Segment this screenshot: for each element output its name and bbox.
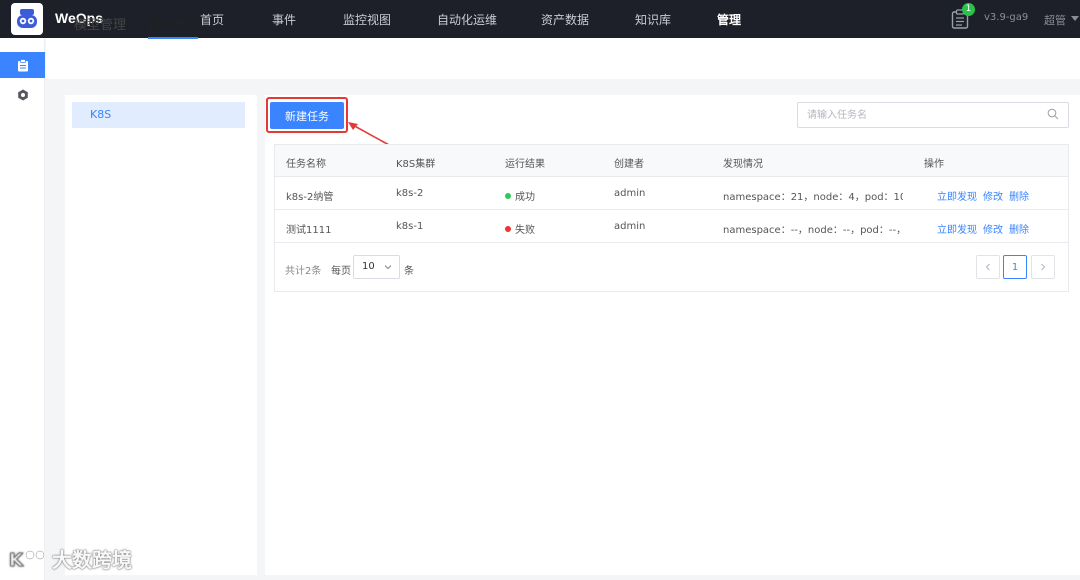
nav-management[interactable]: 管理 (717, 11, 741, 28)
task-search-input[interactable] (797, 102, 1069, 128)
version-label: v3.9-ga9 (984, 12, 1029, 23)
page-size-value: 10 (362, 261, 375, 272)
cluster-name: k8s-2 (396, 188, 424, 199)
chevron-left-icon (985, 263, 990, 271)
nav-automation-ops[interactable]: 自动化运维 (437, 11, 497, 28)
robot-logo-icon (17, 9, 37, 28)
column-header-actions: 操作 (924, 159, 944, 170)
nav-events[interactable]: 事件 (272, 11, 296, 28)
table-row: 测试1111 k8s-1 失败 admin namespace：--，node：… (275, 210, 1068, 243)
nav-knowledge-base[interactable]: 知识库 (635, 11, 671, 28)
run-result-text: 成功 (515, 192, 535, 203)
task-name: 测试1111 (286, 225, 332, 236)
edit-link[interactable]: 修改 (983, 225, 1003, 236)
run-result: 失败 (505, 221, 535, 236)
run-result-text: 失败 (515, 225, 535, 236)
weops-logo[interactable] (11, 3, 43, 35)
row-actions: 立即发现 修改 删除 (937, 221, 1035, 236)
per-page-label: 每页 (331, 266, 351, 277)
sidebar-item-clipboard[interactable] (0, 52, 45, 78)
nav-home[interactable]: 首页 (200, 11, 224, 28)
caret-down-icon[interactable] (1071, 16, 1079, 21)
search-icon[interactable] (1047, 108, 1059, 120)
page-size-select[interactable]: 10 (353, 255, 400, 279)
category-tree-panel: K8S (65, 95, 257, 575)
column-header-task-name: 任务名称 (286, 159, 326, 170)
creator: admin (614, 221, 646, 232)
notification-badge: 1 (962, 3, 975, 16)
sidebar-item-settings[interactable] (0, 82, 45, 108)
gear-hex-icon (17, 89, 28, 101)
column-header-discovery: 发现情况 (723, 159, 763, 170)
page-button[interactable]: 1 (1003, 255, 1027, 279)
discovery-summary: namespace：21，node：4，pod：10... (723, 192, 903, 203)
nav-asset-data[interactable]: 资产数据 (541, 11, 589, 28)
user-menu[interactable]: 超管 (1044, 12, 1066, 28)
discover-now-link[interactable]: 立即发现 (937, 192, 977, 203)
chevron-right-icon (1041, 263, 1046, 271)
chevron-down-icon (384, 265, 392, 270)
watermark-text: 大数跨境 (52, 548, 132, 572)
tab-auto-discovery[interactable]: 自动发现 (148, 14, 200, 33)
discovery-summary: namespace：--，node：--，pod：--，... (723, 225, 903, 236)
svg-text:K: K (9, 550, 24, 571)
icon-sidebar (0, 38, 45, 580)
creator: admin (614, 188, 646, 199)
delete-link[interactable]: 删除 (1009, 192, 1029, 203)
new-task-button[interactable]: 新建任务 (270, 102, 344, 129)
tab-model-management[interactable]: 模型管理 (74, 14, 126, 33)
failure-status-dot-icon (505, 226, 511, 232)
column-header-creator: 创建者 (614, 159, 644, 170)
pagination-total: 共计2条 (285, 262, 321, 277)
column-header-cluster: K8S集群 (396, 159, 436, 170)
row-actions: 立即发现 修改 删除 (937, 188, 1035, 203)
tree-item-k8s[interactable]: K8S (72, 102, 245, 128)
table-header: 任务名称 K8S集群 运行结果 创建者 发现情况 操作 (275, 145, 1068, 177)
edit-link[interactable]: 修改 (983, 192, 1003, 203)
delete-link[interactable]: 删除 (1009, 225, 1029, 236)
run-result: 成功 (505, 188, 535, 203)
active-tab-indicator (148, 37, 198, 39)
success-status-dot-icon (505, 193, 511, 199)
total-prefix: 共计 (285, 266, 305, 277)
next-page-button[interactable] (1031, 255, 1055, 279)
column-header-result: 运行结果 (505, 159, 545, 170)
total-suffix: 条 (311, 266, 322, 277)
discover-now-link[interactable]: 立即发现 (937, 225, 977, 236)
nav-monitor-view[interactable]: 监控视图 (343, 11, 391, 28)
sub-nav (46, 38, 1080, 79)
task-name: k8s-2纳管 (286, 192, 334, 203)
watermark: K 大数跨境 (8, 544, 132, 573)
per-page-unit: 条 (404, 266, 414, 277)
table-row: k8s-2纳管 k8s-2 成功 admin namespace：21，node… (275, 177, 1068, 210)
cluster-name: k8s-1 (396, 221, 424, 232)
clipboard-icon (17, 58, 28, 71)
watermark-logo-icon: K (9, 549, 45, 571)
prev-page-button[interactable] (976, 255, 1000, 279)
